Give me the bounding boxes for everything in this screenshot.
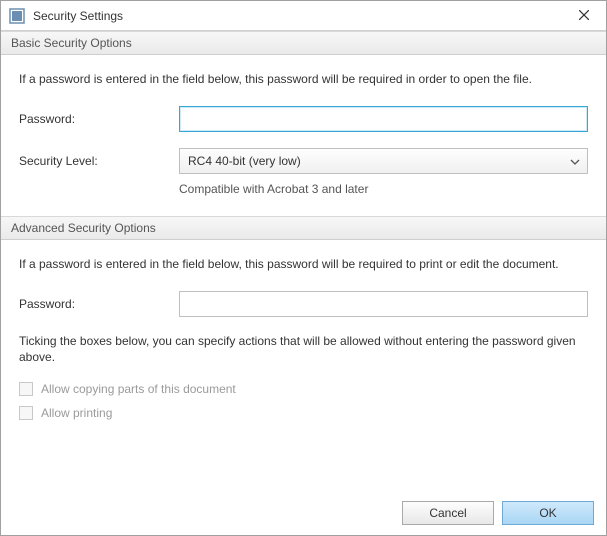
cancel-button-label: Cancel — [429, 506, 466, 520]
cancel-button[interactable]: Cancel — [402, 501, 494, 525]
security-level-row: Security Level: RC4 40-bit (very low) — [19, 148, 588, 174]
dialog-footer: Cancel OK — [1, 493, 606, 535]
allow-copy-checkbox[interactable] — [19, 382, 33, 396]
tick-desc: Ticking the boxes below, you can specify… — [19, 333, 588, 367]
ok-button[interactable]: OK — [502, 501, 594, 525]
advanced-password-row: Password: — [19, 291, 588, 317]
ok-button-label: OK — [539, 506, 556, 520]
window-title: Security Settings — [33, 9, 561, 23]
advanced-password-control — [179, 291, 588, 317]
advanced-password-label: Password: — [19, 297, 179, 311]
allow-print-checkbox[interactable] — [19, 406, 33, 420]
basic-desc: If a password is entered in the field be… — [19, 71, 588, 88]
advanced-section-header: Advanced Security Options — [1, 216, 606, 240]
allow-print-row: Allow printing — [19, 406, 588, 420]
window-root: Security Settings Basic Security Options… — [0, 0, 607, 536]
basic-section-header: Basic Security Options — [1, 31, 606, 55]
basic-password-input[interactable] — [179, 106, 588, 132]
security-level-control: RC4 40-bit (very low) — [179, 148, 588, 174]
close-button[interactable] — [561, 1, 606, 31]
titlebar: Security Settings — [1, 1, 606, 31]
advanced-password-input[interactable] — [179, 291, 588, 317]
compat-hint: Compatible with Acrobat 3 and later — [179, 182, 588, 196]
advanced-desc: If a password is entered in the field be… — [19, 256, 588, 273]
security-level-value: RC4 40-bit (very low) — [188, 154, 301, 168]
allow-copy-label: Allow copying parts of this document — [41, 382, 236, 396]
security-level-select[interactable]: RC4 40-bit (very low) — [179, 148, 588, 174]
basic-password-row: Password: — [19, 106, 588, 132]
basic-section-body: If a password is entered in the field be… — [1, 55, 606, 216]
allow-copy-row: Allow copying parts of this document — [19, 382, 588, 396]
advanced-section-body: If a password is entered in the field be… — [1, 240, 606, 436]
basic-password-label: Password: — [19, 112, 179, 126]
allow-print-label: Allow printing — [41, 406, 112, 420]
security-level-label: Security Level: — [19, 154, 179, 168]
basic-password-control — [179, 106, 588, 132]
close-icon — [579, 9, 589, 23]
app-icon — [9, 8, 25, 24]
